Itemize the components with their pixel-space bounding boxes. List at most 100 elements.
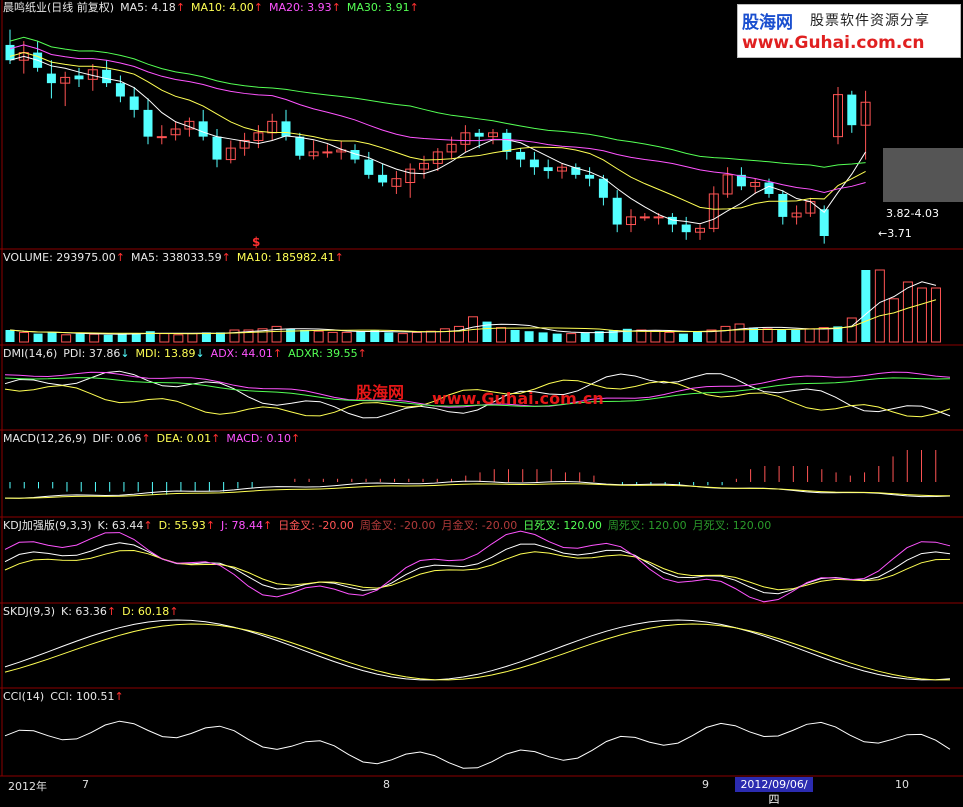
volume-bar [61,334,72,343]
volume-bar [33,333,43,342]
dollar-marker: $ [252,235,261,249]
candle-body [474,132,484,137]
kdj-d-line [4,549,951,591]
volume-bar [580,332,590,342]
watermark-mid-name: 股海网 [356,383,405,402]
candle-body [212,136,222,160]
volume-bar [75,333,85,342]
volume-bar [411,331,422,343]
volume-bar [818,327,829,343]
candle-body [281,121,291,137]
volume-bar [159,333,170,343]
candle-body [364,159,374,175]
x-axis-label-oct: 10 [895,778,909,791]
volume-bar [874,269,885,343]
watermark-logo: 股海网 股票软件资源分享 www.Guhai.com.cn [737,4,961,58]
candle-body [529,159,539,168]
volume-bar [341,331,352,343]
volume-bar [313,330,324,343]
volume-bar [117,333,127,342]
candle-body [295,136,305,156]
candle-body [653,216,664,219]
x-axis-label-aug: 8 [383,778,390,791]
watermark-logo-name: 股海网 [742,13,793,33]
volume-bar [902,281,913,343]
candle-body [502,132,512,152]
low-arrow-icon: ← [878,227,888,240]
volume-bar [692,331,702,342]
macd-dea-line [4,483,950,499]
watermark-logo-url: www.Guhai.com.cn [742,33,925,53]
ma5-line [9,55,867,225]
volume-bar [453,325,464,343]
x-axis-label-jul: 7 [82,778,89,791]
candle-body [778,193,788,217]
volume-bar [566,333,577,343]
volume-bar [89,333,100,343]
volume-bar [762,328,773,343]
candle-body [612,197,622,225]
candle-body [585,174,595,179]
volume-bar [327,331,338,343]
candle-body [115,83,125,97]
watermark-mid-url: www.Guhai.com.cn [432,389,604,408]
kdj-k-line [4,542,951,595]
volume-bar [734,323,745,343]
x-axis-label-sep: 9 [702,778,709,791]
volume-ma5-line [9,281,937,335]
volume-bar [5,330,15,342]
volume-bar [846,317,857,343]
candle-body [198,121,208,137]
candle-body [847,94,857,126]
volume-bar [300,330,310,342]
x-axis-label-year: 2012年 [8,780,47,793]
volume-bar [496,327,507,343]
candle-body [819,209,829,236]
volume-bar [888,298,899,343]
volume-bar [930,287,941,343]
volume-bar [664,331,675,343]
candle-body [5,44,15,61]
high-low-range-label: 3.82-4.03 [886,207,939,220]
volume-bar [510,330,520,342]
candle-body [681,224,691,233]
volume-bar [47,332,57,342]
low-price-label: ←3.71 [878,227,912,240]
volume-bar [384,332,394,342]
volume-bar [103,334,113,342]
volume-bar [804,328,815,343]
volume-bar [356,331,366,342]
volume-bar [650,330,661,343]
volume-bar [861,270,871,342]
candle-body [102,69,112,84]
volume-bar [271,325,282,343]
volume-bar [173,334,184,343]
volume-bar [720,325,731,343]
volume-bar [145,331,155,342]
volume-bar [397,333,408,343]
volume-bar [538,332,548,342]
candle-body [322,151,333,154]
volume-bar [678,333,688,342]
watermark-logo-tagline: 股票软件资源分享 [810,13,930,29]
candle-body [129,96,139,110]
candle-body [46,73,56,84]
volume-bar [19,331,30,343]
volume-bar [524,331,534,342]
candle-body [598,178,608,198]
volume-bar [791,330,801,342]
cursor-date-box: 2012/09/06/四 [735,777,813,806]
cci-line [4,720,951,769]
candle-body [639,216,650,219]
candle-body [74,75,84,80]
candle-body [378,174,388,183]
volume-bar [777,330,787,342]
volume-bar [425,330,436,343]
candle-body [543,167,553,172]
volume-bar [187,333,198,343]
volume-bar [916,287,927,343]
candle-body [516,151,526,160]
volume-bar [439,328,450,343]
kdj-j-line [4,530,951,603]
volume-bar [229,329,240,343]
